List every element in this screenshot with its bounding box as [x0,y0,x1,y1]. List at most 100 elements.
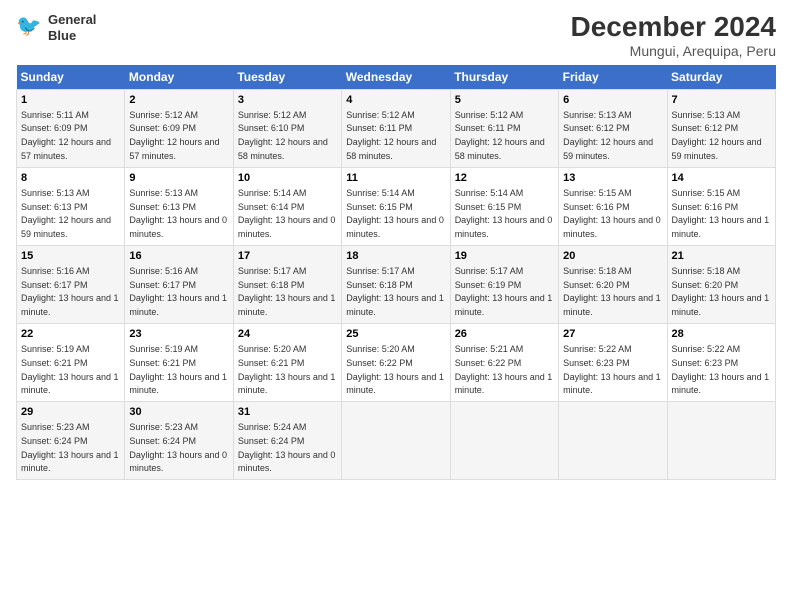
col-header-tuesday: Tuesday [233,65,341,90]
day-info: Sunrise: 5:13 AMSunset: 6:12 PMDaylight:… [672,110,762,161]
calendar-cell: 11Sunrise: 5:14 AMSunset: 6:15 PMDayligh… [342,167,450,245]
calendar-cell: 2Sunrise: 5:12 AMSunset: 6:09 PMDaylight… [125,89,233,167]
day-info: Sunrise: 5:12 AMSunset: 6:10 PMDaylight:… [238,110,328,161]
calendar-cell: 5Sunrise: 5:12 AMSunset: 6:11 PMDaylight… [450,89,558,167]
calendar-cell: 20 Sunrise: 5:18 AMSunset: 6:20 PMDayligh… [559,245,667,323]
day-info: Sunrise: 5:14 AMSunset: 6:15 PMDaylight:… [455,188,553,239]
calendar-cell: 22 Sunrise: 5:19 AMSunset: 6:21 PMDayligh… [17,324,125,402]
day-number: 28 [672,327,771,342]
day-info: Sunrise: 5:20 AMSunset: 6:21 PMDaylight:… [238,344,336,395]
day-number: 21 [672,249,771,264]
day-number: 26 [455,327,554,342]
calendar-cell: 16 Sunrise: 5:16 AMSunset: 6:17 PMDayligh… [125,245,233,323]
day-number: 7 [672,93,771,108]
calendar-cell: 21 Sunrise: 5:18 AMSunset: 6:20 PMDayligh… [667,245,775,323]
day-info: Sunrise: 5:16 AMSunset: 6:17 PMDaylight:… [21,266,119,317]
calendar-cell [342,402,450,480]
header: 🐦 General Blue December 2024 Mungui, Are… [16,12,776,59]
calendar-cell: 18Sunrise: 5:17 AMSunset: 6:18 PMDayligh… [342,245,450,323]
day-number: 1 [21,93,120,108]
day-info: Sunrise: 5:17 AMSunset: 6:18 PMDaylight:… [238,266,336,317]
day-info: Sunrise: 5:22 AMSunset: 6:23 PMDaylight:… [672,344,770,395]
col-header-friday: Friday [559,65,667,90]
day-info: Sunrise: 5:23 AMSunset: 6:24 PMDaylight:… [21,422,119,473]
day-number: 12 [455,171,554,186]
calendar-cell: 15 Sunrise: 5:16 AMSunset: 6:17 PMDayligh… [17,245,125,323]
calendar-cell: 4Sunrise: 5:12 AMSunset: 6:11 PMDaylight… [342,89,450,167]
calendar-table: SundayMondayTuesdayWednesdayThursdayFrid… [16,65,776,480]
day-number: 15 [21,249,120,264]
day-number: 24 [238,327,337,342]
day-number: 29 [21,405,120,420]
day-info: Sunrise: 5:13 AMSunset: 6:13 PMDaylight:… [129,188,227,239]
day-number: 10 [238,171,337,186]
calendar-cell: 29 Sunrise: 5:23 AMSunset: 6:24 PMDayligh… [17,402,125,480]
calendar-cell: 6 Sunrise: 5:13 AMSunset: 6:12 PMDaylight… [559,89,667,167]
week-row-5: 29 Sunrise: 5:23 AMSunset: 6:24 PMDayligh… [17,402,776,480]
day-info: Sunrise: 5:19 AMSunset: 6:21 PMDaylight:… [21,344,119,395]
day-info: Sunrise: 5:12 AMSunset: 6:11 PMDaylight:… [346,110,436,161]
calendar-cell: 31 Sunrise: 5:24 AMSunset: 6:24 PMDayligh… [233,402,341,480]
page-title: December 2024 [571,12,776,43]
page-subtitle: Mungui, Arequipa, Peru [571,43,776,59]
calendar-cell: 9Sunrise: 5:13 AMSunset: 6:13 PMDaylight… [125,167,233,245]
day-info: Sunrise: 5:24 AMSunset: 6:24 PMDaylight:… [238,422,336,473]
day-info: Sunrise: 5:13 AMSunset: 6:12 PMDaylight:… [563,110,653,161]
day-number: 16 [129,249,228,264]
day-info: Sunrise: 5:21 AMSunset: 6:22 PMDaylight:… [455,344,553,395]
day-info: Sunrise: 5:17 AMSunset: 6:19 PMDaylight:… [455,266,553,317]
day-info: Sunrise: 5:15 AMSunset: 6:16 PMDaylight:… [563,188,661,239]
col-header-saturday: Saturday [667,65,775,90]
calendar-cell: 17Sunrise: 5:17 AMSunset: 6:18 PMDayligh… [233,245,341,323]
day-info: Sunrise: 5:20 AMSunset: 6:22 PMDaylight:… [346,344,444,395]
calendar-cell: 10 Sunrise: 5:14 AMSunset: 6:14 PMDayligh… [233,167,341,245]
page-container: 🐦 General Blue December 2024 Mungui, Are… [0,0,792,488]
week-row-3: 15 Sunrise: 5:16 AMSunset: 6:17 PMDayligh… [17,245,776,323]
col-header-sunday: Sunday [17,65,125,90]
day-info: Sunrise: 5:13 AMSunset: 6:13 PMDaylight:… [21,188,111,239]
calendar-cell: 3 Sunrise: 5:12 AMSunset: 6:10 PMDaylight… [233,89,341,167]
header-row: SundayMondayTuesdayWednesdayThursdayFrid… [17,65,776,90]
calendar-cell: 24 Sunrise: 5:20 AMSunset: 6:21 PMDayligh… [233,324,341,402]
day-info: Sunrise: 5:12 AMSunset: 6:09 PMDaylight:… [129,110,219,161]
calendar-cell: 27Sunrise: 5:22 AMSunset: 6:23 PMDayligh… [559,324,667,402]
day-number: 20 [563,249,662,264]
day-number: 11 [346,171,445,186]
day-info: Sunrise: 5:19 AMSunset: 6:21 PMDaylight:… [129,344,227,395]
day-number: 6 [563,93,662,108]
day-number: 18 [346,249,445,264]
svg-text:🐦: 🐦 [16,14,42,37]
day-number: 19 [455,249,554,264]
day-info: Sunrise: 5:11 AMSunset: 6:09 PMDaylight:… [21,110,111,161]
logo-text: General Blue [48,12,96,43]
day-number: 13 [563,171,662,186]
day-number: 30 [129,405,228,420]
week-row-4: 22 Sunrise: 5:19 AMSunset: 6:21 PMDayligh… [17,324,776,402]
calendar-cell: 26 Sunrise: 5:21 AMSunset: 6:22 PMDayligh… [450,324,558,402]
logo-icon: 🐦 [16,14,44,42]
day-info: Sunrise: 5:18 AMSunset: 6:20 PMDaylight:… [672,266,770,317]
day-info: Sunrise: 5:15 AMSunset: 6:16 PMDaylight:… [672,188,770,239]
calendar-cell: 12 Sunrise: 5:14 AMSunset: 6:15 PMDayligh… [450,167,558,245]
day-info: Sunrise: 5:18 AMSunset: 6:20 PMDaylight:… [563,266,661,317]
day-info: Sunrise: 5:16 AMSunset: 6:17 PMDaylight:… [129,266,227,317]
calendar-cell: 28 Sunrise: 5:22 AMSunset: 6:23 PMDayligh… [667,324,775,402]
calendar-cell [450,402,558,480]
day-number: 27 [563,327,662,342]
day-number: 25 [346,327,445,342]
day-number: 31 [238,405,337,420]
title-block: December 2024 Mungui, Arequipa, Peru [571,12,776,59]
day-info: Sunrise: 5:14 AMSunset: 6:14 PMDaylight:… [238,188,336,239]
day-number: 5 [455,93,554,108]
calendar-cell: 30Sunrise: 5:23 AMSunset: 6:24 PMDayligh… [125,402,233,480]
calendar-cell: 7 Sunrise: 5:13 AMSunset: 6:12 PMDaylight… [667,89,775,167]
calendar-cell: 14Sunrise: 5:15 AMSunset: 6:16 PMDayligh… [667,167,775,245]
calendar-cell [667,402,775,480]
day-number: 3 [238,93,337,108]
week-row-2: 8 Sunrise: 5:13 AMSunset: 6:13 PMDaylight… [17,167,776,245]
day-number: 8 [21,171,120,186]
day-number: 22 [21,327,120,342]
calendar-cell: 1 Sunrise: 5:11 AMSunset: 6:09 PMDaylight… [17,89,125,167]
week-row-1: 1 Sunrise: 5:11 AMSunset: 6:09 PMDaylight… [17,89,776,167]
calendar-cell: 23Sunrise: 5:19 AMSunset: 6:21 PMDayligh… [125,324,233,402]
